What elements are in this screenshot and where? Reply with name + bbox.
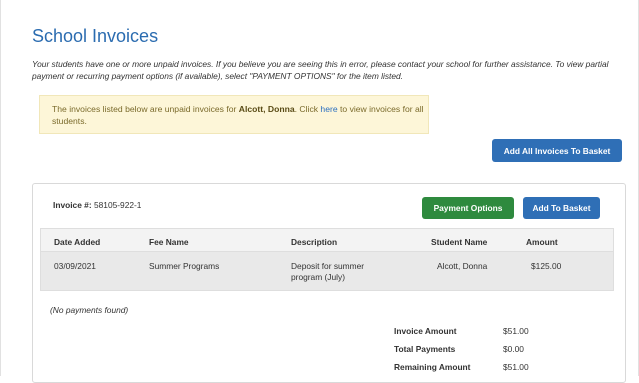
all-students-link[interactable]: here — [320, 104, 337, 114]
column-header: Date Added — [54, 237, 101, 247]
summary-value: $51.00 — [503, 362, 529, 372]
description-cell: Deposit for summer program (July) — [291, 261, 365, 282]
column-header: Student Name — [431, 237, 488, 247]
page-title: School Invoices — [32, 26, 159, 46]
alert-middle: . Click — [294, 104, 321, 114]
summary-row: Invoice Amount $51.00 — [394, 326, 594, 344]
summary-label: Invoice Amount — [394, 326, 457, 336]
add-to-basket-button[interactable]: Add To Basket — [523, 197, 600, 219]
invoice-number-label: Invoice #: — [53, 200, 92, 210]
table-row: 03/09/2021 Summer Programs Deposit for s… — [40, 252, 614, 291]
student-name-cell: Alcott, Donna — [437, 261, 488, 271]
column-header: Fee Name — [149, 237, 189, 247]
amount-cell: $125.00 — [531, 261, 562, 271]
date-added-cell: 03/09/2021 — [54, 261, 96, 271]
summary-value: $0.00 — [503, 344, 524, 354]
payment-options-button[interactable]: Payment Options — [422, 197, 514, 219]
summary-row: Remaining Amount $51.00 — [394, 362, 594, 380]
table-header: Date Added Fee Name Description Student … — [40, 228, 614, 252]
summary-label: Total Payments — [394, 344, 456, 354]
invoice-table: Date Added Fee Name Description Student … — [40, 228, 614, 291]
column-header: Description — [291, 237, 338, 247]
invoice-number: Invoice #: 58105-922-1 — [53, 200, 141, 210]
invoice-number-value: 58105-922-1 — [93, 200, 142, 210]
add-all-invoices-button[interactable]: Add All Invoices To Basket — [492, 139, 622, 162]
unpaid-alert: The invoices listed below are unpaid inv… — [39, 95, 429, 134]
alert-student-name: Alcott, Donna — [238, 104, 295, 114]
summary-label: Remaining Amount — [394, 362, 471, 372]
invoice-summary: Invoice Amount $51.00 Total Payments $0.… — [394, 326, 594, 380]
no-payments-text: (No payments found) — [50, 305, 129, 315]
fee-name-cell: Summer Programs — [149, 261, 220, 271]
intro-text: Your students have one or more unpaid in… — [32, 59, 609, 81]
page-frame: School Invoices Your students have one o… — [0, 0, 639, 383]
alert-prefix: The invoices listed below are unpaid inv… — [52, 104, 239, 114]
column-header: Amount — [526, 237, 558, 247]
summary-row: Total Payments $0.00 — [394, 344, 594, 362]
summary-value: $51.00 — [503, 326, 529, 336]
